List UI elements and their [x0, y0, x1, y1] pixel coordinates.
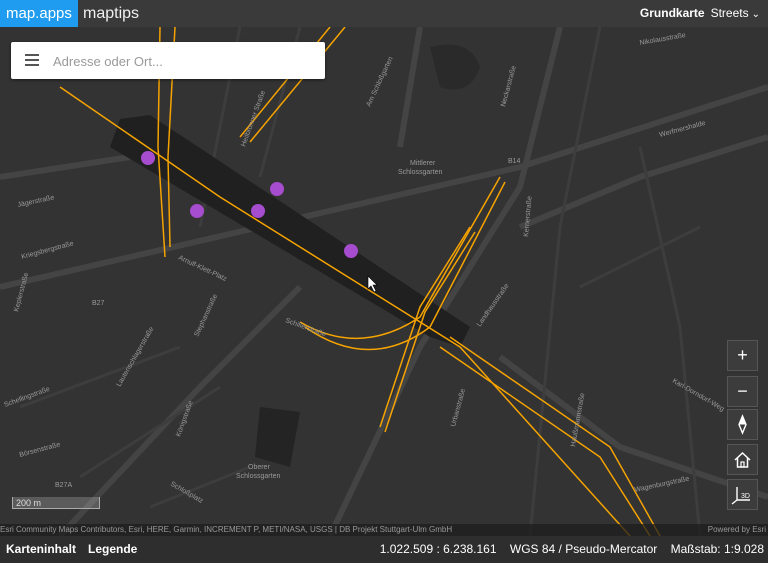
basemap[interactable]: Mittlerer Schlossgarten Oberer Schlossga…	[0, 27, 768, 536]
svg-text:3D: 3D	[741, 493, 750, 500]
map-marker[interactable]	[190, 204, 204, 218]
scale-readout[interactable]: Maßstab: 1:9.028	[671, 542, 764, 556]
basemap-value[interactable]: Streets	[711, 6, 749, 20]
map-label-b27: B27	[92, 300, 105, 307]
3d-view-icon: 3D	[731, 487, 750, 505]
crs-selector[interactable]: WGS 84 / Pseudo-Mercator	[510, 542, 657, 556]
top-bar: map.apps maptips Grundkarte Streets ⌄	[0, 0, 768, 27]
map-label-mittlerer: Mittlerer	[410, 160, 436, 167]
compass-icon	[738, 414, 747, 435]
map-marker[interactable]	[344, 244, 358, 258]
status-info: 1.022.509 : 6.238.161 WGS 84 / Pseudo-Me…	[370, 536, 764, 563]
basemap-label: Grundkarte	[639, 6, 705, 20]
basemap-switcher[interactable]: Grundkarte Streets ⌄	[640, 0, 760, 27]
map-label-b27a: B27A	[55, 482, 72, 489]
map-label-schlossgarten-2: Schlossgarten	[236, 473, 280, 480]
compass-button[interactable]	[727, 409, 758, 440]
map-marker[interactable]	[270, 182, 284, 196]
powered-by-link[interactable]: Powered by Esri	[708, 524, 766, 536]
search-box	[11, 42, 325, 79]
map-label-oberer: Oberer	[248, 464, 270, 471]
tab-karteninhalt[interactable]: Karteninhalt	[6, 536, 76, 563]
map-marker[interactable]	[141, 151, 155, 165]
status-bar: Karteninhalt Legende 1.022.509 : 6.238.1…	[0, 536, 768, 563]
tab-legende[interactable]: Legende	[88, 536, 137, 563]
app-title: maptips	[83, 5, 140, 22]
attribution-text: Esri Community Maps Contributors, Esri, …	[0, 525, 453, 534]
home-icon	[734, 451, 751, 468]
home-button[interactable]	[727, 444, 758, 475]
zoom-in-button[interactable]: +	[727, 340, 758, 371]
map-marker[interactable]	[251, 204, 265, 218]
map-attribution: Esri Community Maps Contributors, Esri, …	[0, 524, 768, 536]
brand-logo[interactable]: map.apps	[0, 0, 78, 27]
coordinates-readout: 1.022.509 : 6.238.161	[379, 542, 497, 556]
chevron-down-icon: ⌄	[751, 9, 760, 20]
search-input[interactable]	[51, 48, 315, 75]
view-3d-button[interactable]: 3D	[727, 479, 758, 510]
map-view[interactable]: Mittlerer Schlossgarten Oberer Schlossga…	[0, 27, 768, 536]
hamburger-menu-icon[interactable]	[25, 54, 39, 66]
map-label-schlossgarten: Schlossgarten	[398, 169, 442, 176]
map-label-b14: B14	[508, 158, 521, 165]
scale-bar: 200 m	[12, 497, 100, 509]
zoom-out-button[interactable]: −	[727, 376, 758, 407]
